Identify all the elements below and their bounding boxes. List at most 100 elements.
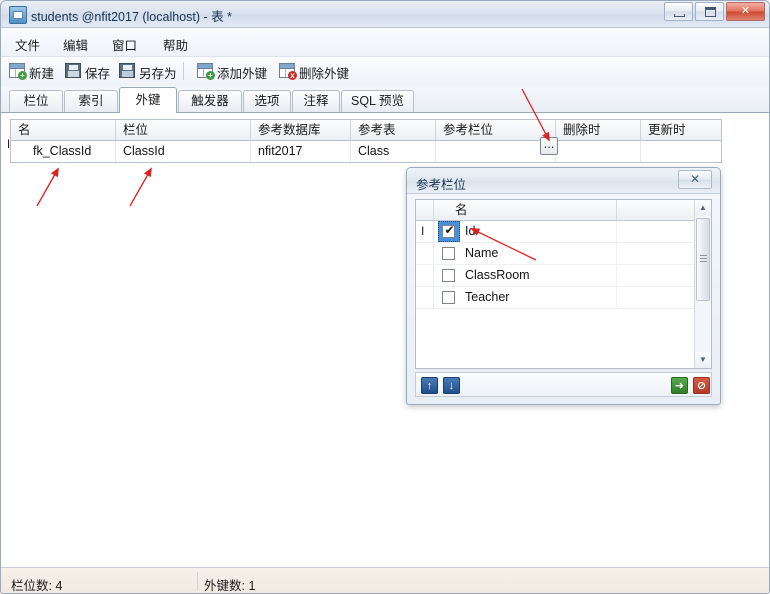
- status-foreign-keys-count: 外键数: 1: [204, 579, 256, 593]
- dialog-list-item-id[interactable]: I ✔ Id: [416, 221, 695, 243]
- dialog-row-gutter: [416, 287, 434, 308]
- add-foreign-key-icon: +: [197, 63, 215, 80]
- main-window: students @nfit2017 (localhost) - 表 * ✕ 文…: [0, 0, 770, 594]
- dialog-header-name[interactable]: 名: [435, 200, 468, 220]
- dialog-row-indicator-icon: I: [421, 224, 425, 238]
- grid-cell-field[interactable]: ClassId: [116, 141, 251, 162]
- dialog-cell-separator: [616, 265, 617, 286]
- grid-cell-ref-table[interactable]: Class: [351, 141, 436, 162]
- scroll-up-arrow-icon[interactable]: ▲: [695, 200, 711, 216]
- tab-foreign-keys[interactable]: 外键: [119, 87, 177, 113]
- menu-item-help[interactable]: 帮助: [159, 34, 192, 55]
- save-as-button-label: 另存为: [139, 67, 177, 81]
- close-icon: ✕: [740, 5, 751, 17]
- grid-header-on-delete[interactable]: 删除时: [556, 120, 641, 141]
- dialog-header-separator: [616, 200, 617, 220]
- menubar: 文件 编辑 窗口 帮助: [1, 28, 769, 57]
- dialog-header-gutter: [416, 200, 434, 220]
- new-button-label: 新建: [29, 67, 55, 81]
- tab-sql-preview[interactable]: SQL 预览: [341, 90, 414, 113]
- grid-cell-on-update[interactable]: [641, 141, 721, 162]
- tab-comment[interactable]: 注释: [292, 90, 340, 113]
- scrollbar-grip-icon: [700, 255, 707, 262]
- dialog-row-gutter: [416, 221, 434, 242]
- dialog-row-gutter: [416, 243, 434, 264]
- foreign-keys-grid: 名 栏位 参考数据库 参考表 参考栏位 删除时 更新时 fk_ClassId C…: [10, 119, 722, 163]
- window-titlebar: students @nfit2017 (localhost) - 表 * ✕: [1, 1, 769, 28]
- cancel-button[interactable]: ⊘: [693, 377, 710, 394]
- new-grid-icon: +: [9, 63, 27, 80]
- dialog-cell-separator: [616, 287, 617, 308]
- dialog-row-label-id: Id: [465, 224, 476, 238]
- close-button[interactable]: ✕: [726, 2, 765, 21]
- maximize-icon: [705, 7, 716, 17]
- menu-item-file[interactable]: 文件: [11, 34, 44, 55]
- menu-item-edit[interactable]: 编辑: [59, 34, 92, 55]
- status-bar: 栏位数: 4 外键数: 1: [1, 567, 769, 593]
- toolbar-separator: [183, 62, 184, 80]
- dialog-cell-separator: [616, 243, 617, 264]
- status-divider: [197, 572, 198, 591]
- grid-header-field[interactable]: 栏位: [116, 120, 251, 141]
- tab-strip: 栏位 索引 外键 触发器 选项 注释 SQL 预览: [1, 86, 769, 113]
- dialog-row-label-classroom: ClassRoom: [465, 268, 530, 282]
- grid-cell-ref-field[interactable]: [436, 141, 556, 162]
- delete-badge-x: x: [288, 71, 297, 80]
- grid-cell-name[interactable]: fk_ClassId: [11, 141, 116, 162]
- delete-foreign-key-label: 删除外键: [299, 67, 350, 81]
- confirm-button[interactable]: ➜: [671, 377, 688, 394]
- grid-cell-on-delete[interactable]: [556, 141, 641, 162]
- minimize-button[interactable]: [664, 2, 693, 21]
- tab-options[interactable]: 选项: [243, 90, 291, 113]
- dialog-checkbox-classroom[interactable]: [442, 269, 455, 282]
- delete-foreign-key-icon: x: [279, 63, 297, 80]
- save-button-label: 保存: [85, 67, 111, 81]
- reference-field-dialog: 参考栏位 ✕ 名 I ✔ Id Name ClassRoom Teacher ▲…: [406, 167, 721, 405]
- grid-header-ref-field[interactable]: 参考栏位: [436, 120, 556, 141]
- minimize-icon: [674, 14, 685, 17]
- grid-header-ref-database[interactable]: 参考数据库: [251, 120, 351, 141]
- window-title: students @nfit2017 (localhost) - 表 *: [31, 10, 232, 24]
- grid-header-ref-table[interactable]: 参考表: [351, 120, 436, 141]
- dialog-titlebar: 参考栏位 ✕: [407, 168, 720, 194]
- dialog-list-item-classroom[interactable]: ClassRoom: [416, 265, 695, 287]
- grid-cell-ref-database[interactable]: nfit2017: [251, 141, 351, 162]
- dialog-list-header: 名: [416, 200, 695, 221]
- grid-header-name[interactable]: 名: [11, 120, 116, 141]
- dialog-list-item-name[interactable]: Name: [416, 243, 695, 265]
- maximize-button[interactable]: [695, 2, 724, 21]
- scroll-down-arrow-icon[interactable]: ▼: [695, 352, 711, 368]
- tab-triggers[interactable]: 触发器: [178, 90, 242, 113]
- dialog-field-list: 名 I ✔ Id Name ClassRoom Teacher ▲ ▼: [415, 199, 712, 369]
- new-badge-plus: +: [18, 71, 27, 80]
- add-badge-plus: +: [206, 71, 215, 80]
- dialog-vertical-scrollbar[interactable]: ▲ ▼: [694, 200, 711, 368]
- dialog-title: 参考栏位: [416, 178, 467, 192]
- toolbar: + 新建 保存 另存为 + 添加外键 x 删除外键: [1, 57, 769, 86]
- ref-field-browse-button[interactable]: ...: [540, 137, 558, 155]
- table-window-icon: [9, 6, 27, 24]
- menu-item-window[interactable]: 窗口: [108, 34, 141, 55]
- dialog-close-button[interactable]: ✕: [678, 170, 712, 189]
- save-as-disk-icon: [119, 63, 135, 78]
- row-indicator-icon: I: [6, 137, 11, 151]
- save-disk-icon: [65, 63, 81, 78]
- dialog-row-label-teacher: Teacher: [465, 290, 510, 304]
- grid-header-on-update[interactable]: 更新时: [641, 120, 721, 141]
- move-down-button[interactable]: ↓: [443, 377, 460, 394]
- dialog-row-label-name: Name: [465, 246, 499, 260]
- scrollbar-thumb[interactable]: [696, 218, 710, 301]
- dialog-list-item-teacher[interactable]: Teacher: [416, 287, 695, 309]
- tab-indexes[interactable]: 索引: [64, 90, 118, 113]
- add-foreign-key-label: 添加外键: [217, 67, 268, 81]
- dialog-checkbox-teacher[interactable]: [442, 291, 455, 304]
- dialog-cell-separator: [616, 221, 617, 242]
- tab-fields[interactable]: 栏位: [9, 90, 63, 113]
- dialog-checkbox-id[interactable]: ✔: [442, 223, 455, 238]
- checkmark-icon: ✔: [444, 223, 455, 237]
- status-fields-count: 栏位数: 4: [11, 579, 63, 593]
- dialog-checkbox-name[interactable]: [442, 247, 455, 260]
- dialog-row-gutter: [416, 265, 434, 286]
- dialog-button-bar: ↑ ↓ ➜ ⊘: [415, 372, 712, 397]
- move-up-button[interactable]: ↑: [421, 377, 438, 394]
